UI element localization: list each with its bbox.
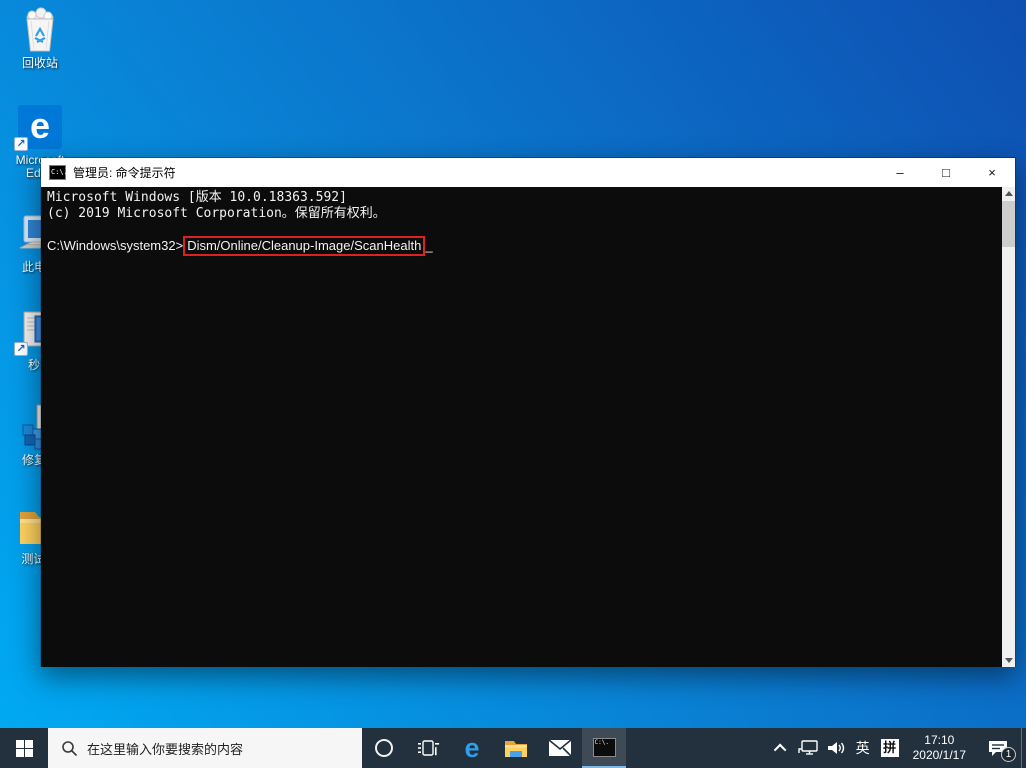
task-view-button[interactable]: [406, 728, 450, 768]
cmd-window: C:\. 管理员: 命令提示符 – □ × Microsoft Windows …: [40, 157, 1016, 667]
taskbar-edge-button[interactable]: e: [450, 728, 494, 768]
tray-time: 17:10: [924, 733, 954, 748]
start-button[interactable]: [0, 728, 48, 768]
ime-mode-indicator: 拼: [881, 739, 899, 757]
terminal-prompt-line: C:\Windows\system32>Dism/Online/Cleanup-…: [47, 238, 1002, 254]
scrollbar-thumb[interactable]: [1002, 201, 1015, 247]
taskbar-search-input[interactable]: 在这里输入你要搜索的内容: [48, 728, 362, 768]
show-desktop-button[interactable]: [1021, 728, 1026, 768]
desktop-icon-label: 回收站: [2, 57, 78, 70]
terminal-scrollbar[interactable]: [1002, 187, 1015, 667]
ethernet-icon: [798, 739, 818, 757]
search-placeholder: 在这里输入你要搜索的内容: [87, 739, 243, 758]
mail-button[interactable]: [538, 728, 582, 768]
action-center-button[interactable]: 1: [975, 728, 1021, 768]
cmd-titlebar-icon: C:\.: [49, 165, 66, 180]
scroll-down-icon[interactable]: [1002, 654, 1015, 667]
network-button[interactable]: [794, 728, 822, 768]
terminal-cursor: _: [425, 238, 432, 253]
notification-badge: 1: [1001, 747, 1016, 762]
shortcut-arrow-icon: ↗: [14, 342, 28, 356]
taskbar-cmd-button-active[interactable]: C:\.: [582, 728, 626, 768]
file-explorer-button[interactable]: [494, 728, 538, 768]
tray-date: 2020/1/17: [913, 748, 966, 763]
terminal-line: (c) 2019 Microsoft Corporation。保留所有权利。: [47, 206, 1002, 222]
terminal-output[interactable]: Microsoft Windows [版本 10.0.18363.592] (c…: [41, 187, 1002, 667]
cortana-button[interactable]: [362, 728, 406, 768]
scroll-up-icon[interactable]: [1002, 187, 1015, 200]
close-button[interactable]: ×: [969, 158, 1015, 187]
windows-logo-icon: [16, 740, 33, 757]
recycle-bin-icon: [2, 6, 78, 54]
volume-button[interactable]: [822, 728, 850, 768]
shortcut-arrow-icon: ↗: [14, 137, 28, 151]
maximize-button[interactable]: □: [923, 158, 969, 187]
cmd-icon: C:\.: [593, 738, 616, 757]
speaker-icon: [826, 739, 845, 757]
desktop-icon-recycle-bin[interactable]: 回收站: [2, 6, 78, 70]
edge-icon: e: [464, 735, 479, 762]
terminal-command-highlight: Dism/Online/Cleanup-Image/ScanHealth: [183, 236, 425, 256]
terminal-prompt: C:\Windows\system32>: [47, 238, 183, 253]
desktop: 回收站 e ↗ Microsoft Edge 此电脑 ↗: [0, 0, 1026, 768]
taskbar: 在这里输入你要搜索的内容 e: [0, 728, 1026, 768]
minimize-button[interactable]: –: [877, 158, 923, 187]
cortana-icon: [375, 739, 393, 757]
ime-mode-button[interactable]: 拼: [876, 728, 904, 768]
folder-icon: [503, 735, 529, 761]
cmd-window-titlebar[interactable]: C:\. 管理员: 命令提示符 – □ ×: [41, 158, 1015, 187]
search-icon: [61, 740, 78, 757]
chevron-up-icon: [774, 743, 787, 756]
task-view-icon: [416, 736, 440, 760]
tray-overflow-button[interactable]: [770, 728, 794, 768]
ime-language-button[interactable]: 英: [850, 728, 876, 768]
terminal-line: Microsoft Windows [版本 10.0.18363.592]: [47, 190, 1002, 206]
window-title: 管理员: 命令提示符: [73, 164, 877, 181]
clock-button[interactable]: 17:10 2020/1/17: [904, 728, 975, 768]
mail-icon: [548, 738, 572, 758]
